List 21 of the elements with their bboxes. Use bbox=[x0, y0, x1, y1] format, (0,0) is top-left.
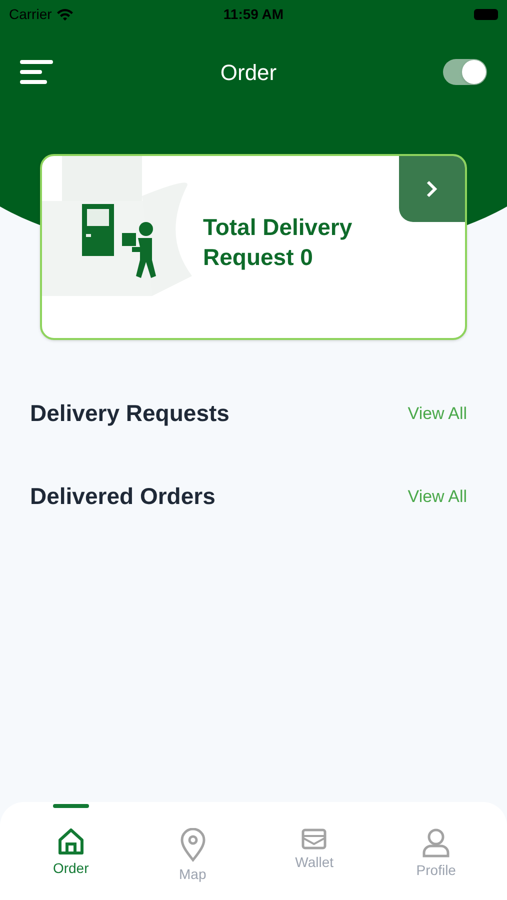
arrow-button[interactable] bbox=[399, 156, 465, 222]
chevron-right-icon bbox=[426, 180, 438, 198]
home-icon bbox=[58, 828, 84, 856]
tab-item[interactable]: Map bbox=[132, 802, 254, 900]
menu-icon[interactable] bbox=[20, 59, 54, 85]
map-pin-icon bbox=[180, 828, 206, 862]
status-time: 11:59 AM bbox=[223, 4, 284, 24]
carrier-label: Carrier bbox=[9, 4, 52, 24]
tab-item[interactable]: Order bbox=[10, 802, 132, 900]
wifi-icon bbox=[56, 8, 74, 20]
tab-item[interactable]: Wallet bbox=[254, 802, 376, 900]
section-title: Delivered Orders bbox=[30, 482, 216, 512]
wallet-icon bbox=[301, 828, 328, 850]
view-all-link[interactable]: View All bbox=[408, 484, 467, 510]
profile-icon bbox=[422, 828, 450, 858]
view-all-link[interactable]: View All bbox=[408, 400, 467, 426]
summary-card[interactable]: Total Delivery Request 0 bbox=[40, 154, 467, 340]
section-title: Delivery Requests bbox=[30, 399, 230, 428]
tab-item[interactable]: Profile bbox=[375, 802, 497, 900]
total-delivery-text: Total Delivery Request 0 bbox=[203, 213, 354, 272]
page-title: Order bbox=[220, 58, 277, 86]
